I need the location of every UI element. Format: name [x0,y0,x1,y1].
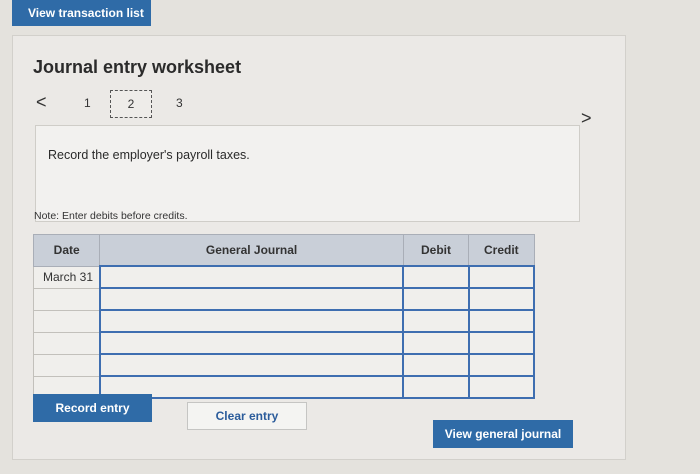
credit-header: Credit [468,234,535,267]
account-input[interactable] [98,331,405,355]
table-row [32,331,536,355]
date-cell: March 31 [32,265,101,289]
instruction-text: Record the employer's payroll taxes. [48,148,250,162]
date-cell [32,353,101,377]
prev-arrow-icon[interactable]: < [36,92,47,113]
view-transaction-list-button[interactable]: View transaction list [12,0,151,26]
instruction-box: Record the employer's payroll taxes. [35,125,580,222]
page-3-tab[interactable]: 3 [176,96,183,110]
table-row [32,287,536,311]
debit-input[interactable] [402,353,470,377]
pager: < 1 2 3 > [36,90,596,128]
table-row: March 31 [32,265,536,289]
next-arrow-icon[interactable]: > [581,108,592,129]
credit-input[interactable] [467,375,536,399]
page-title: Journal entry worksheet [33,57,242,77]
table-row [32,353,536,377]
table-row [32,309,536,333]
debit-input[interactable] [402,287,470,311]
date-header: Date [32,234,101,267]
account-input[interactable] [98,287,405,311]
account-input[interactable] [98,309,405,333]
journal-table: Date General Journal Debit Credit March … [32,234,536,399]
general-journal-header: General Journal [99,234,404,267]
date-cell [32,331,101,355]
record-entry-button[interactable]: Record entry [33,394,152,422]
debit-header: Debit [402,234,470,267]
credit-input[interactable] [467,265,536,289]
credit-input[interactable] [467,309,536,333]
date-cell [32,309,101,333]
clear-entry-button[interactable]: Clear entry [187,402,307,430]
date-cell [32,287,101,311]
view-general-journal-button[interactable]: View general journal [433,420,573,448]
debit-input[interactable] [402,375,470,399]
table-header-row: Date General Journal Debit Credit [32,234,535,267]
credit-input[interactable] [467,331,536,355]
debit-input[interactable] [402,309,470,333]
page-1-tab[interactable]: 1 [84,96,91,110]
credit-input[interactable] [467,287,536,311]
note-text: Note: Enter debits before credits. [34,210,188,222]
debit-input[interactable] [402,265,470,289]
debit-input[interactable] [402,331,470,355]
account-input[interactable] [98,353,405,377]
page-2-tab-active[interactable]: 2 [110,90,152,118]
credit-input[interactable] [467,353,536,377]
account-input[interactable] [98,265,405,289]
